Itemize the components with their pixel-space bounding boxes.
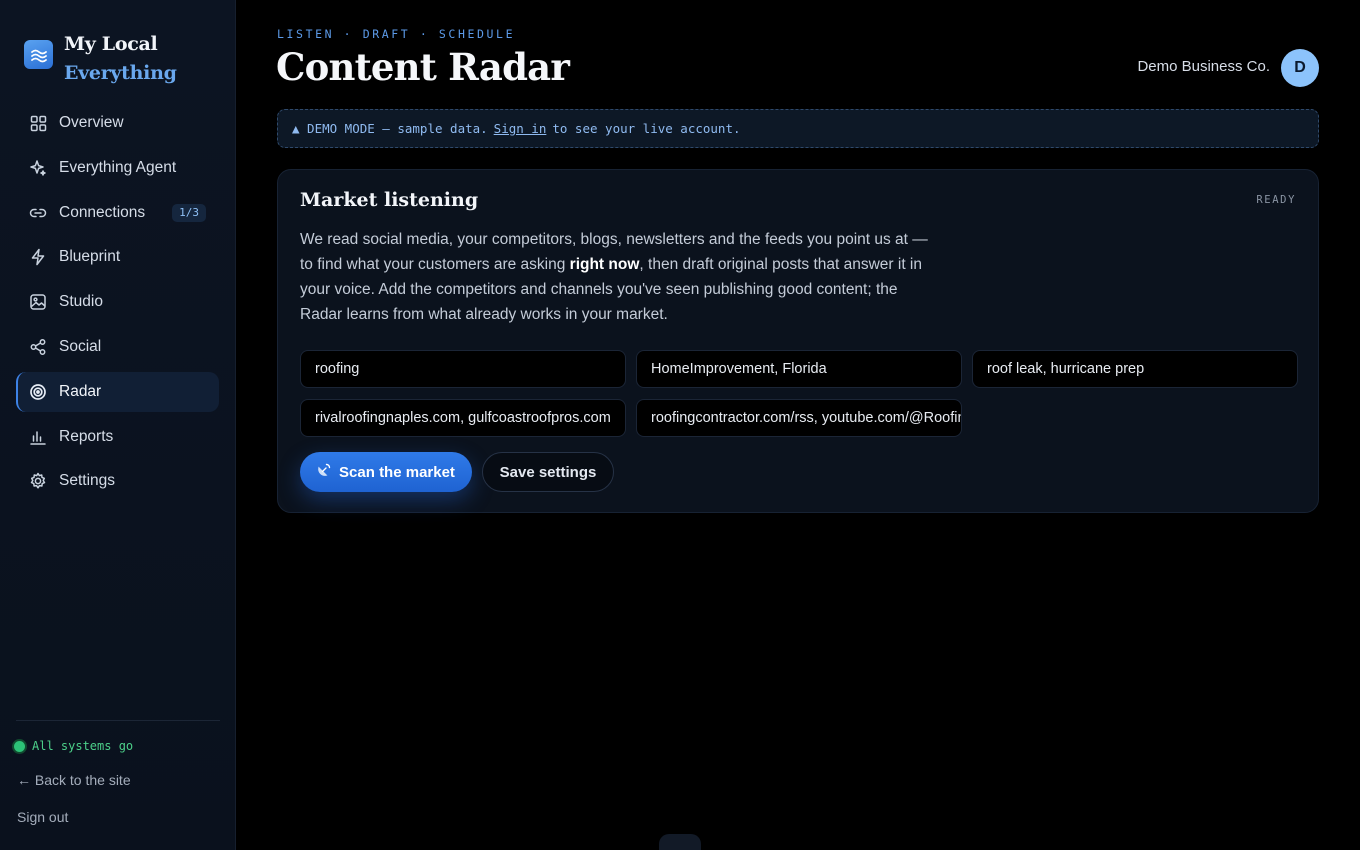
radar-icon bbox=[29, 383, 47, 401]
status-text: All systems go bbox=[32, 739, 134, 753]
page-title: Content Radar bbox=[276, 45, 570, 89]
sidebar-item-settings[interactable]: Settings bbox=[16, 461, 219, 501]
scan-market-button[interactable]: Scan the market bbox=[300, 452, 472, 492]
sidebar-nav: Overview Everything Agent Connections 1/… bbox=[16, 103, 219, 506]
bar-chart-icon bbox=[29, 428, 47, 446]
sidebar-item-label: Radar bbox=[59, 382, 102, 400]
system-status: All systems go bbox=[14, 739, 133, 753]
brand-name-line1: My Local bbox=[64, 33, 158, 55]
brand[interactable]: My Local Everything bbox=[24, 30, 177, 88]
industry-input[interactable]: roofing bbox=[300, 350, 626, 388]
satellite-dish-icon bbox=[317, 463, 331, 481]
sign-out-link[interactable]: Sign out bbox=[17, 809, 68, 825]
share-icon bbox=[29, 338, 47, 356]
link-icon bbox=[29, 204, 47, 222]
image-icon bbox=[29, 293, 47, 311]
avatar[interactable]: D bbox=[1281, 49, 1319, 87]
connections-count-badge: 1/3 bbox=[172, 203, 206, 222]
keywords-input[interactable]: roof leak, hurricane prep bbox=[972, 350, 1298, 388]
sidebar-item-label: Studio bbox=[59, 293, 103, 311]
sidebar-item-overview[interactable]: Overview bbox=[16, 103, 219, 143]
sidebar-item-everything-agent[interactable]: Everything Agent bbox=[16, 148, 219, 188]
sidebar-item-label: Social bbox=[59, 337, 102, 355]
save-settings-button[interactable]: Save settings bbox=[482, 452, 614, 492]
sidebar-divider bbox=[16, 720, 220, 721]
waves-logo-icon bbox=[24, 40, 53, 69]
back-to-site-link[interactable]: ← Back to the site bbox=[17, 772, 131, 788]
grid-icon bbox=[29, 114, 47, 132]
sidebar-item-blueprint[interactable]: Blueprint bbox=[16, 237, 219, 277]
sidebar-item-label: Settings bbox=[59, 472, 116, 490]
sidebar-item-label: Reports bbox=[59, 427, 114, 445]
sidebar-item-social[interactable]: Social bbox=[16, 327, 219, 367]
bottom-drawer-handle[interactable] bbox=[659, 834, 701, 850]
sidebar-item-label: Connections bbox=[59, 203, 146, 221]
demo-banner-suffix: to see your live account. bbox=[552, 121, 741, 136]
market-listening-card: Market listening READY We read social me… bbox=[277, 169, 1319, 513]
scan-button-label: Scan the market bbox=[339, 463, 455, 481]
description-emphasis: right now bbox=[569, 256, 640, 273]
sidebar-item-label: Everything Agent bbox=[59, 158, 177, 176]
sidebar-item-label: Overview bbox=[59, 114, 124, 131]
sidebar-item-reports[interactable]: Reports bbox=[16, 417, 219, 457]
status-badge: READY bbox=[1256, 194, 1296, 206]
feeds-input[interactable]: roofingcontractor.com/rss, youtube.com/@… bbox=[636, 399, 962, 437]
sidebar-item-label: Blueprint bbox=[59, 248, 121, 266]
business-name: Demo Business Co. bbox=[1137, 58, 1270, 75]
bolt-icon bbox=[29, 248, 47, 266]
status-dot-icon bbox=[14, 740, 25, 752]
sidebar-item-studio[interactable]: Studio bbox=[16, 282, 219, 322]
competitors-input[interactable]: rivalroofingnaples.com, gulfcoastroofpro… bbox=[300, 399, 626, 437]
gear-icon bbox=[29, 472, 47, 490]
sidebar: My Local Everything Overview Everything … bbox=[0, 0, 236, 850]
card-description: We read social media, your competitors, … bbox=[300, 227, 930, 327]
demo-banner-prefix: ▲ DEMO MODE — sample data. bbox=[292, 121, 488, 136]
card-title: Market listening bbox=[300, 189, 479, 211]
page-eyebrow: LISTEN · DRAFT · SCHEDULE bbox=[277, 27, 516, 41]
sign-in-link[interactable]: Sign in bbox=[494, 121, 547, 136]
sidebar-item-radar[interactable]: Radar bbox=[16, 371, 219, 412]
brand-name-line2: Everything bbox=[64, 62, 177, 84]
sidebar-item-connections[interactable]: Connections 1/3 bbox=[16, 193, 219, 233]
demo-mode-banner: ▲ DEMO MODE — sample data. Sign in to se… bbox=[277, 109, 1319, 148]
sparkle-icon bbox=[29, 159, 47, 177]
topics-input[interactable]: HomeImprovement, Florida bbox=[636, 350, 962, 388]
